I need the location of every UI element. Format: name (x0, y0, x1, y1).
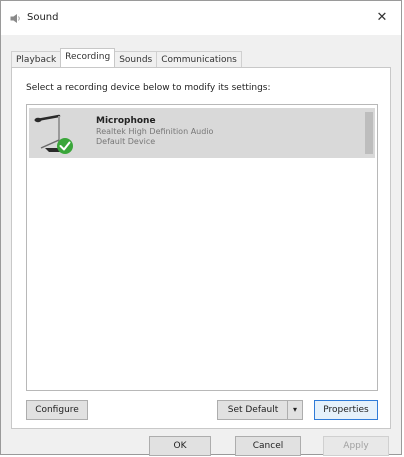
close-button[interactable]: ✕ (369, 7, 395, 29)
tab-sounds[interactable]: Sounds (114, 51, 158, 67)
device-driver: Realtek High Definition Audio (96, 127, 214, 136)
tab-communications[interactable]: Communications (156, 51, 242, 67)
set-default-button[interactable]: Set Default ▾ (217, 400, 303, 420)
ok-button[interactable]: OK (149, 436, 211, 456)
tab-playback[interactable]: Playback (11, 51, 62, 67)
instruction-text: Select a recording device below to modif… (26, 83, 271, 93)
device-name: Microphone (96, 116, 156, 126)
device-item-microphone[interactable]: Microphone Realtek High Definition Audio… (29, 108, 363, 158)
speaker-icon (10, 14, 20, 23)
device-list[interactable]: Microphone Realtek High Definition Audio… (26, 104, 378, 391)
tab-recording[interactable]: Recording (60, 48, 116, 67)
configure-button[interactable]: Configure (26, 400, 88, 420)
properties-button[interactable]: Properties (314, 400, 378, 420)
recording-panel: Select a recording device below to modif… (11, 67, 391, 429)
device-list-scrollbar[interactable] (363, 108, 375, 158)
window-title: Sound (27, 12, 59, 23)
apply-button[interactable]: Apply (323, 436, 389, 456)
green-check-icon (57, 138, 73, 154)
set-default-label: Set Default (227, 405, 279, 415)
microphone-icon (34, 114, 73, 154)
cancel-button[interactable]: Cancel (235, 436, 301, 456)
title-bar: Sound ✕ (1, 1, 401, 35)
scrollbar-thumb[interactable] (365, 112, 373, 154)
sound-dialog: Sound ✕ Playback Recording Sounds Commun… (0, 0, 402, 456)
device-status: Default Device (96, 137, 156, 146)
close-icon: ✕ (376, 10, 388, 25)
tab-strip: Playback Recording Sounds Communications (11, 48, 242, 67)
chevron-down-icon[interactable]: ▾ (287, 401, 302, 419)
